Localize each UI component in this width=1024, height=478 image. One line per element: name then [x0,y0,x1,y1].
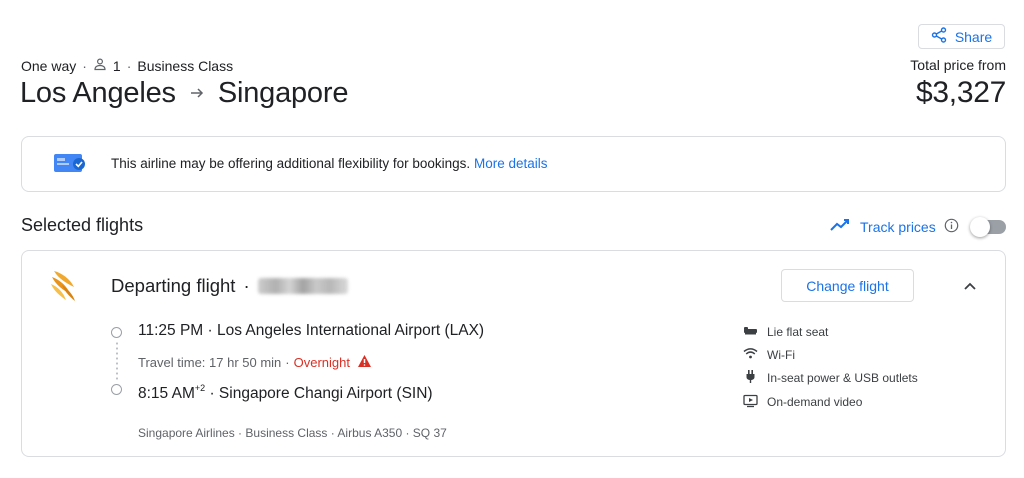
lie-flat-seat-icon [743,323,758,341]
redacted-date [257,278,348,294]
origin-city: Los Angeles [20,77,176,109]
overnight-label: Overnight [293,355,351,370]
info-icon[interactable] [944,218,959,236]
departing-flight-title: Departing flight · [111,275,348,297]
wifi-icon [743,346,758,364]
arrival-timeline-dot [111,384,122,395]
departure-info: 11:25 PM · Los Angeles International Air… [138,322,485,339]
travel-info: Travel time: 17 hr 50 min · Overnight [138,354,372,371]
share-label: Share [954,28,993,45]
cabin-class: Business Class [137,57,234,74]
change-flight-button[interactable]: Change flight [781,269,914,302]
toggle-knob [970,217,990,237]
arrow-right-icon [188,77,206,110]
person-icon [93,57,107,74]
total-price: $3,327 [916,76,1006,109]
amenity-video: On-demand video [743,390,918,413]
travel-time: Travel time: 17 hr 50 min [138,355,282,370]
departing-flight-card: Departing flight · Change flight 11:25 P… [21,250,1006,457]
departure-time: 11:25 PM [138,322,204,339]
arrival-time: 8:15 AM [138,385,195,402]
flexibility-notice: This airline may be offering additional … [21,136,1006,192]
arrival-info: 8:15 AM+2 · Singapore Changi Airport (SI… [138,383,433,402]
track-prices-toggle[interactable] [970,217,1006,237]
singapore-airlines-logo-icon [48,267,80,303]
track-prices[interactable]: Track prices [830,217,959,236]
chevron-up-icon[interactable] [961,277,979,295]
flight-details: Singapore Airlines · Business Class · Ai… [138,426,447,440]
amenities-list: Lie flat seat Wi-Fi In-seat power & USB … [743,320,918,413]
amenity-power: In-seat power & USB outlets [743,367,918,390]
more-details-link[interactable]: More details [474,156,548,171]
video-icon [743,393,758,411]
power-plug-icon [743,369,758,387]
destination-city: Singapore [217,77,349,109]
departure-timeline-dot [111,327,122,338]
trend-line-icon [830,217,852,236]
amenity-wifi: Wi-Fi [743,343,918,366]
price-label: Total price from [910,57,1006,73]
ticket-icon [52,152,86,176]
departure-airport: Los Angeles International Airport (LAX) [216,322,485,339]
trip-type: One way [21,57,77,74]
amenity-lie-flat-seat: Lie flat seat [743,320,918,343]
selected-flights-title: Selected flights [21,215,144,235]
passenger-count: 1 [112,57,121,74]
trip-meta: One way · 1 · Business Class [21,57,234,74]
arrival-day-offset: +2 [194,383,206,393]
route-title: Los Angeles Singapore [20,77,348,110]
warning-icon [354,354,372,371]
share-button[interactable]: Share [918,24,1005,49]
timeline-dotted-line [116,341,118,381]
track-prices-label: Track prices [860,218,936,235]
arrival-airport: Singapore Changi Airport (SIN) [218,385,433,402]
share-icon [931,27,947,46]
notice-message: This airline may be offering additional … [111,156,548,171]
